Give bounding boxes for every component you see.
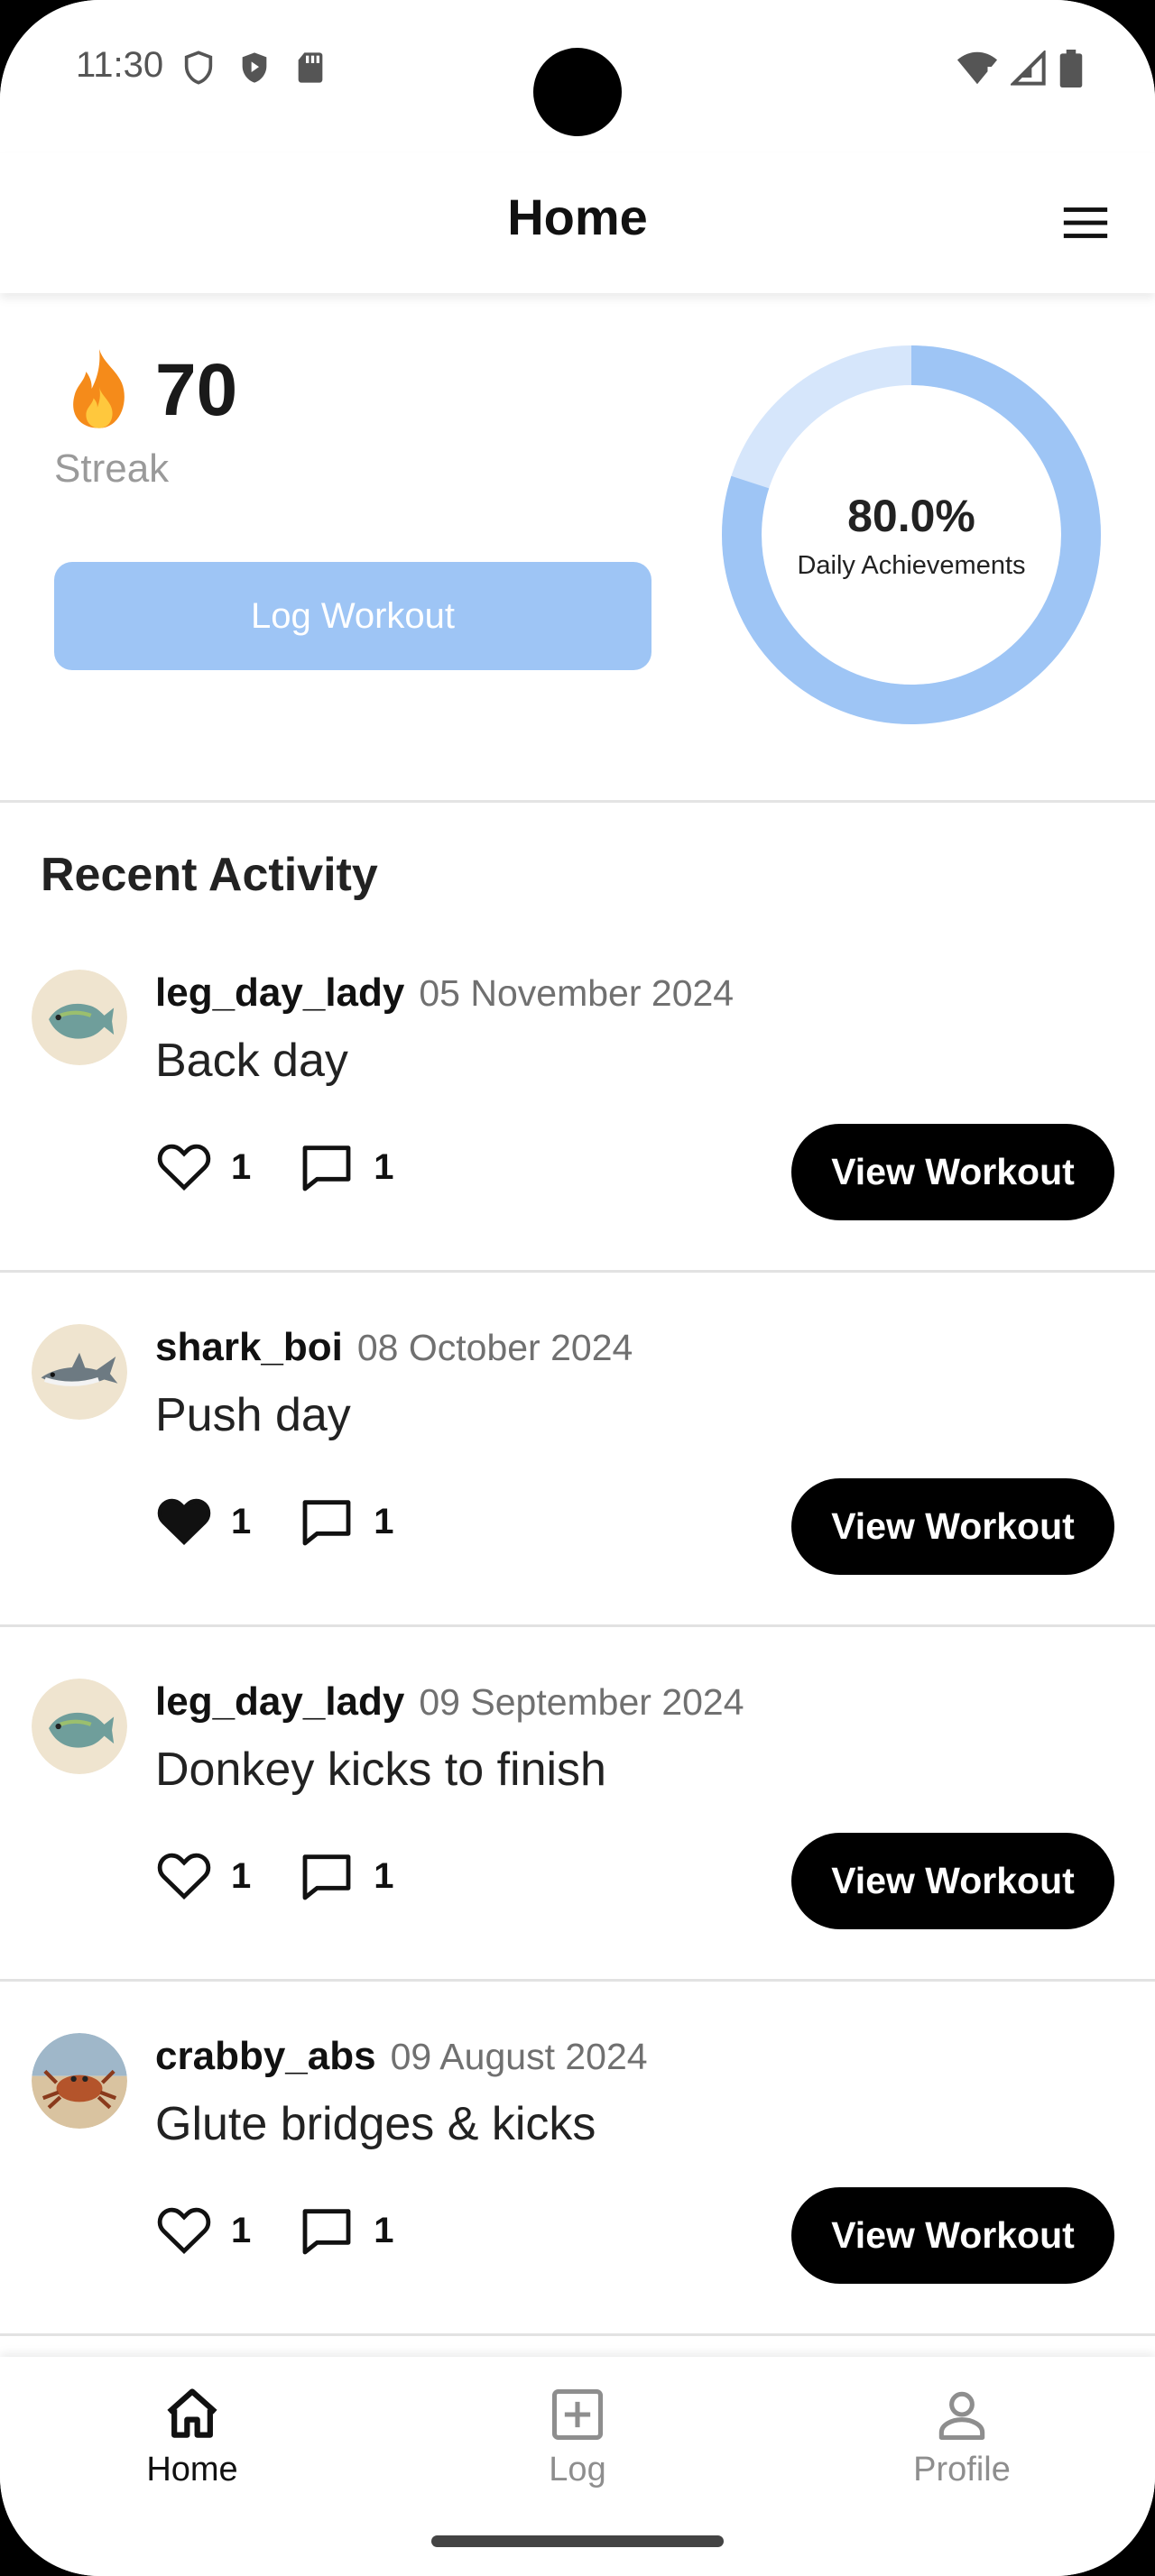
heart-filled-icon[interactable] [155,1493,213,1550]
status-time: 11:30 [76,45,164,85]
page-title: Home [507,189,648,245]
post-meta: shark_boi 08 October 2024 [155,1325,633,1370]
post-meta: leg_day_lady 09 September 2024 [155,1679,744,1725]
streak-count: 70 [155,349,238,431]
post-date: 09 August 2024 [390,2036,648,2077]
like-count: 1 [231,1501,252,1541]
heart-outline-icon[interactable] [155,2202,213,2259]
view-workout-button[interactable]: View Workout [791,1833,1114,1929]
summary-section: 70 Streak Log Workout 80.0% Daily Achiev… [0,293,1155,803]
comment-count: 1 [374,1855,394,1896]
view-workout-button[interactable]: View Workout [791,1478,1114,1575]
streak-label: Streak [54,446,170,491]
like-count: 1 [231,1146,252,1187]
phone-screen: 11:30 Home 70 Streak Log Workout 80.0% D… [0,0,1155,2576]
battery-icon [1059,50,1083,87]
post-title: Donkey kicks to finish [155,1743,606,1796]
post-username[interactable]: crabby_abs [155,2034,376,2079]
nav-profile[interactable]: Profile [854,2384,1070,2489]
activity-post: leg_day_lady 05 November 2024 Back day 1… [0,918,1155,1273]
post-date: 05 November 2024 [419,972,735,1014]
fish-avatar[interactable] [32,1679,127,1774]
achievement-label: Daily Achievements [797,550,1026,580]
shield-icon [184,51,213,85]
post-meta: leg_day_lady 05 November 2024 [155,971,734,1016]
post-title: Glute bridges & kicks [155,2098,596,2150]
post-actions: 1 1 [155,2202,394,2259]
fish-avatar[interactable] [32,970,127,1065]
comment-icon[interactable] [298,1847,356,1905]
activity-post: shark_boi 08 October 2024 Push day 1 1 V… [0,1273,1155,1627]
comment-count: 1 [374,1146,394,1187]
comment-count: 1 [374,1501,394,1541]
heart-outline-icon[interactable] [155,1138,213,1196]
post-date: 09 September 2024 [419,1681,744,1723]
comment-icon[interactable] [298,2202,356,2259]
hamburger-menu-icon[interactable] [1059,197,1112,249]
nav-home[interactable]: Home [84,2384,300,2489]
home-indicator [431,2535,724,2547]
play-shield-icon [242,52,267,83]
camera-cutout [533,48,622,136]
sd-card-icon [298,52,323,83]
post-username[interactable]: leg_day_lady [155,1679,404,1725]
post-meta: crabby_abs 09 August 2024 [155,2034,648,2079]
nav-log[interactable]: Log [469,2384,686,2489]
post-title: Push day [155,1389,351,1441]
activity-feed: leg_day_lady 05 November 2024 Back day 1… [0,918,1155,2336]
streak-row: 70 [54,345,237,436]
post-title: Back day [155,1035,348,1087]
achievement-percent: 80.0% [847,490,975,541]
donut-center-text: 80.0% Daily Achievements [722,345,1101,724]
signal-icon [1011,51,1046,86]
status-right-icons [956,50,1083,87]
post-username[interactable]: shark_boi [155,1325,343,1370]
status-left-icons [180,50,328,86]
view-workout-button[interactable]: View Workout [791,2187,1114,2284]
comment-icon[interactable] [298,1138,356,1196]
recent-activity-heading: Recent Activity [41,849,378,901]
comment-count: 1 [374,2210,394,2250]
nav-log-label: Log [549,2451,606,2489]
like-count: 1 [231,2210,252,2250]
post-actions: 1 1 [155,1493,394,1550]
plus-square-icon [551,2388,604,2441]
fire-icon [73,349,125,428]
log-workout-button[interactable]: Log Workout [54,562,651,670]
nav-home-label: Home [146,2451,238,2489]
post-actions: 1 1 [155,1847,394,1905]
person-icon [938,2391,985,2441]
post-date: 08 October 2024 [356,1327,633,1368]
view-workout-button[interactable]: View Workout [791,1124,1114,1220]
post-actions: 1 1 [155,1138,394,1196]
like-count: 1 [231,1855,252,1896]
home-icon [167,2388,217,2438]
activity-post: leg_day_lady 09 September 2024 Donkey ki… [0,1627,1155,1982]
crab-avatar[interactable] [32,2033,127,2129]
wifi-icon [956,51,998,85]
comment-icon[interactable] [298,1493,356,1550]
shark-avatar[interactable] [32,1324,127,1420]
app-header: Home [0,153,1155,293]
nav-profile-label: Profile [913,2451,1011,2489]
activity-post: crabby_abs 09 August 2024 Glute bridges … [0,1982,1155,2336]
heart-outline-icon[interactable] [155,1847,213,1905]
post-username[interactable]: leg_day_lady [155,971,404,1016]
